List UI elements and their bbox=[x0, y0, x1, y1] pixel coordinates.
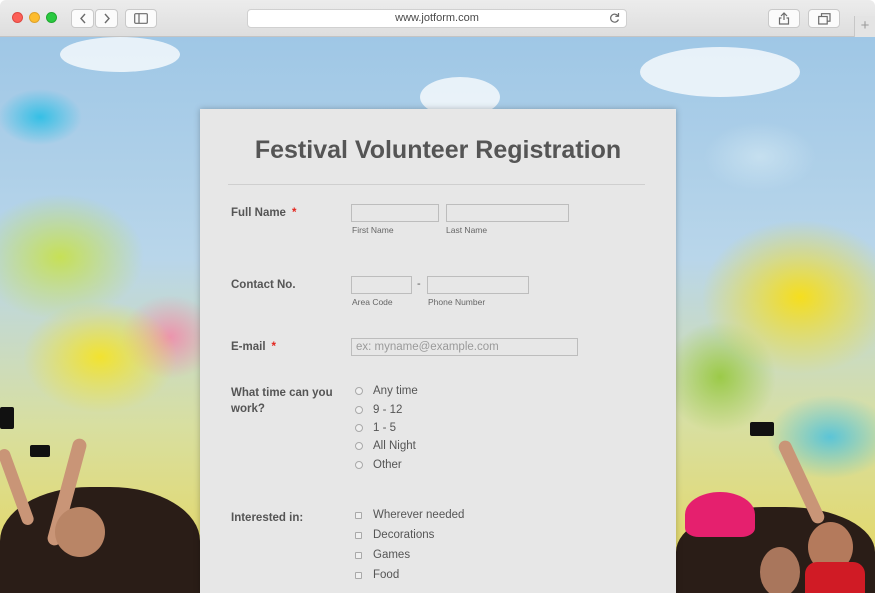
title-divider bbox=[228, 184, 645, 185]
contact-label: Contact No. bbox=[231, 279, 296, 291]
interest-option-games[interactable]: Games bbox=[355, 547, 410, 563]
face bbox=[760, 547, 800, 593]
time-label: What time can you work? bbox=[231, 385, 333, 417]
checkbox[interactable] bbox=[355, 531, 362, 539]
red-shirt bbox=[805, 562, 865, 593]
option-label: 9 - 12 bbox=[373, 404, 403, 416]
share-icon bbox=[778, 12, 790, 25]
minimize-window-button[interactable] bbox=[29, 12, 40, 23]
first-name-sublabel: First Name bbox=[352, 225, 394, 235]
full-name-label: Full Name * bbox=[231, 205, 296, 221]
cloud bbox=[640, 47, 800, 97]
phone bbox=[30, 445, 50, 457]
close-window-button[interactable] bbox=[12, 12, 23, 23]
back-button[interactable] bbox=[71, 9, 94, 28]
pink-hat bbox=[685, 492, 755, 537]
time-option-1-5[interactable]: 1 - 5 bbox=[355, 420, 396, 436]
checkbox[interactable] bbox=[355, 551, 362, 559]
option-label: Any time bbox=[373, 385, 418, 397]
option-label: All Night bbox=[373, 440, 416, 452]
area-code-input[interactable] bbox=[351, 276, 412, 294]
required-asterisk: * bbox=[271, 341, 276, 353]
address-bar[interactable]: www.jotform.com bbox=[247, 9, 627, 28]
cloud bbox=[60, 37, 180, 72]
forward-button[interactable] bbox=[95, 9, 118, 28]
option-label: Wherever needed bbox=[373, 509, 465, 521]
interests-label: Interested in: bbox=[231, 512, 304, 524]
radio-button[interactable] bbox=[355, 387, 363, 395]
checkbox[interactable] bbox=[355, 571, 362, 579]
phone-number-sublabel: Phone Number bbox=[428, 297, 486, 307]
phone-separator: - bbox=[417, 278, 421, 290]
chevron-left-icon bbox=[79, 13, 86, 24]
option-label: Other bbox=[373, 459, 402, 471]
zoom-window-button[interactable] bbox=[46, 12, 57, 23]
radio-button[interactable] bbox=[355, 424, 363, 432]
phone bbox=[0, 407, 14, 429]
last-name-sublabel: Last Name bbox=[446, 225, 488, 235]
interest-option-decorations[interactable]: Decorations bbox=[355, 527, 434, 543]
option-label: Decorations bbox=[373, 529, 435, 541]
radio-button[interactable] bbox=[355, 461, 363, 469]
email-input[interactable]: ex: myname@example.com bbox=[351, 338, 578, 356]
chevron-right-icon bbox=[103, 13, 110, 24]
time-option-other[interactable]: Other bbox=[355, 457, 402, 473]
browser-window: www.jotform.com + Festival Volunteer Reg… bbox=[0, 0, 875, 593]
option-label: Games bbox=[373, 549, 411, 561]
sidebar-toggle-button[interactable] bbox=[125, 9, 157, 28]
phone bbox=[750, 422, 774, 436]
time-label-line2: work? bbox=[231, 403, 265, 415]
interest-option-food[interactable]: Food bbox=[355, 567, 399, 583]
face bbox=[55, 507, 105, 557]
interest-option-wherever-needed[interactable]: Wherever needed bbox=[355, 507, 464, 523]
tabs-overview-button[interactable] bbox=[808, 9, 840, 28]
email-label: E-mail * bbox=[231, 339, 276, 355]
share-button[interactable] bbox=[768, 9, 800, 28]
option-label: Food bbox=[373, 569, 400, 581]
time-option-9-12[interactable]: 9 - 12 bbox=[355, 402, 402, 418]
first-name-input[interactable] bbox=[351, 204, 439, 222]
reload-icon[interactable] bbox=[609, 12, 620, 24]
area-code-sublabel: Area Code bbox=[352, 297, 393, 307]
time-option-any-time[interactable]: Any time bbox=[355, 383, 418, 399]
phone-number-input[interactable] bbox=[427, 276, 529, 294]
browser-toolbar: www.jotform.com + bbox=[0, 0, 875, 37]
radio-button[interactable] bbox=[355, 442, 363, 450]
form-title: Festival Volunteer Registration bbox=[254, 136, 622, 164]
full-name-label-text: Full Name bbox=[231, 207, 286, 219]
time-option-all-night[interactable]: All Night bbox=[355, 438, 416, 454]
new-tab-button[interactable]: + bbox=[854, 16, 875, 37]
tabs-icon bbox=[817, 12, 831, 25]
last-name-input[interactable] bbox=[446, 204, 569, 222]
required-asterisk: * bbox=[291, 207, 297, 219]
sidebar-icon bbox=[134, 13, 148, 24]
time-label-line1: What time can you bbox=[231, 387, 333, 399]
option-label: 1 - 5 bbox=[373, 422, 397, 434]
email-label-text: E-mail bbox=[231, 341, 266, 353]
checkbox[interactable] bbox=[355, 511, 362, 519]
url-text: www.jotform.com bbox=[395, 12, 479, 24]
registration-form: Festival Volunteer Registration Full Nam… bbox=[200, 109, 676, 593]
radio-button[interactable] bbox=[355, 406, 363, 414]
